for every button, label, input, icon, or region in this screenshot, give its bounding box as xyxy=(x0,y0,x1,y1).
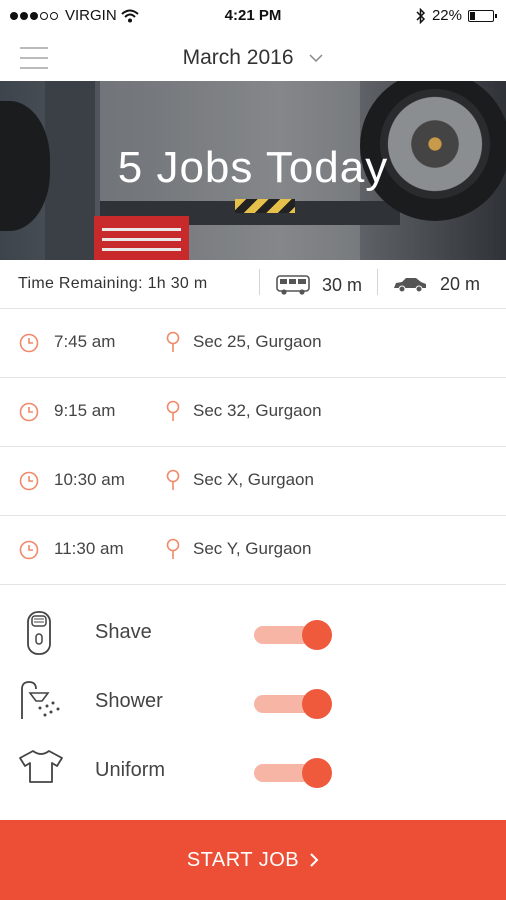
status-right: 22% xyxy=(416,7,497,24)
hero-title: 5 Jobs Today xyxy=(117,143,389,192)
job-time: 11:30 am xyxy=(54,539,124,558)
toggle-knob xyxy=(302,689,332,719)
job-time: 7:45 am xyxy=(54,332,116,351)
clock-icon xyxy=(19,540,39,560)
bus-travel: 30 m xyxy=(276,274,362,296)
job-time: 10:30 am xyxy=(54,470,125,489)
battery-percent: 22% xyxy=(431,7,462,24)
option-label: Shave xyxy=(95,621,152,643)
prep-checklist: Shave Shower Uniform xyxy=(0,598,506,805)
header: March 2016 xyxy=(0,32,506,81)
option-shower: Shower xyxy=(0,667,506,736)
location-pin-icon xyxy=(166,538,180,559)
job-location: Sec X, Gurgaon xyxy=(193,470,314,489)
month-label: March 2016 xyxy=(182,46,294,69)
shave-toggle[interactable] xyxy=(254,620,332,650)
tshirt-icon xyxy=(19,750,63,783)
option-uniform: Uniform xyxy=(0,736,506,805)
toggle-knob xyxy=(302,620,332,650)
location-pin-icon xyxy=(166,331,180,352)
car-travel: 20 m xyxy=(392,274,480,295)
job-row[interactable]: 10:30 am Sec X, Gurgaon xyxy=(0,447,506,516)
shaver-icon xyxy=(27,611,51,655)
job-row[interactable]: 9:15 am Sec 32, Gurgaon xyxy=(0,378,506,447)
bus-icon xyxy=(276,275,310,295)
clock-icon xyxy=(19,333,39,353)
battery-icon xyxy=(468,9,497,22)
hero-banner: 5 Jobs Today xyxy=(0,81,506,260)
toggle-knob xyxy=(302,758,332,788)
clock-icon xyxy=(19,402,39,422)
shower-toggle[interactable] xyxy=(254,689,332,719)
job-time: 9:15 am xyxy=(54,401,116,420)
option-label: Uniform xyxy=(95,759,166,781)
chevron-right-icon xyxy=(310,853,319,867)
chevron-down-icon xyxy=(309,54,323,63)
time-remaining: Time Remaining: 1h 30 m xyxy=(18,275,208,292)
summary-bar: Time Remaining: 1h 30 m 30 m 20 m xyxy=(0,260,506,309)
start-job-label: START JOB xyxy=(186,848,300,871)
status-bar: VIRGIN 4:21 PM 22% xyxy=(0,0,506,32)
job-row[interactable]: 7:45 am Sec 25, Gurgaon xyxy=(0,309,506,378)
bluetooth-icon xyxy=(416,7,426,24)
shower-icon xyxy=(21,681,60,719)
job-row[interactable]: 11:30 am Sec Y, Gurgaon xyxy=(0,516,506,585)
bus-time: 30 m xyxy=(322,274,363,295)
start-job-button[interactable]: START JOB xyxy=(0,820,506,900)
job-location: Sec 25, Gurgaon xyxy=(193,332,322,351)
option-label: Shower xyxy=(95,690,163,712)
jobs-list: 7:45 am Sec 25, Gurgaon 9:15 am Sec 32, … xyxy=(0,309,506,585)
uniform-toggle[interactable] xyxy=(254,758,332,788)
car-icon xyxy=(394,277,426,292)
location-pin-icon xyxy=(166,400,180,421)
location-pin-icon xyxy=(166,469,180,490)
clock-icon xyxy=(19,471,39,491)
job-location: Sec 32, Gurgaon xyxy=(193,401,322,420)
option-shave: Shave xyxy=(0,598,506,667)
job-location: Sec Y, Gurgaon xyxy=(193,539,312,558)
month-selector[interactable]: March 2016 xyxy=(0,46,506,70)
car-time: 20 m xyxy=(440,274,481,294)
